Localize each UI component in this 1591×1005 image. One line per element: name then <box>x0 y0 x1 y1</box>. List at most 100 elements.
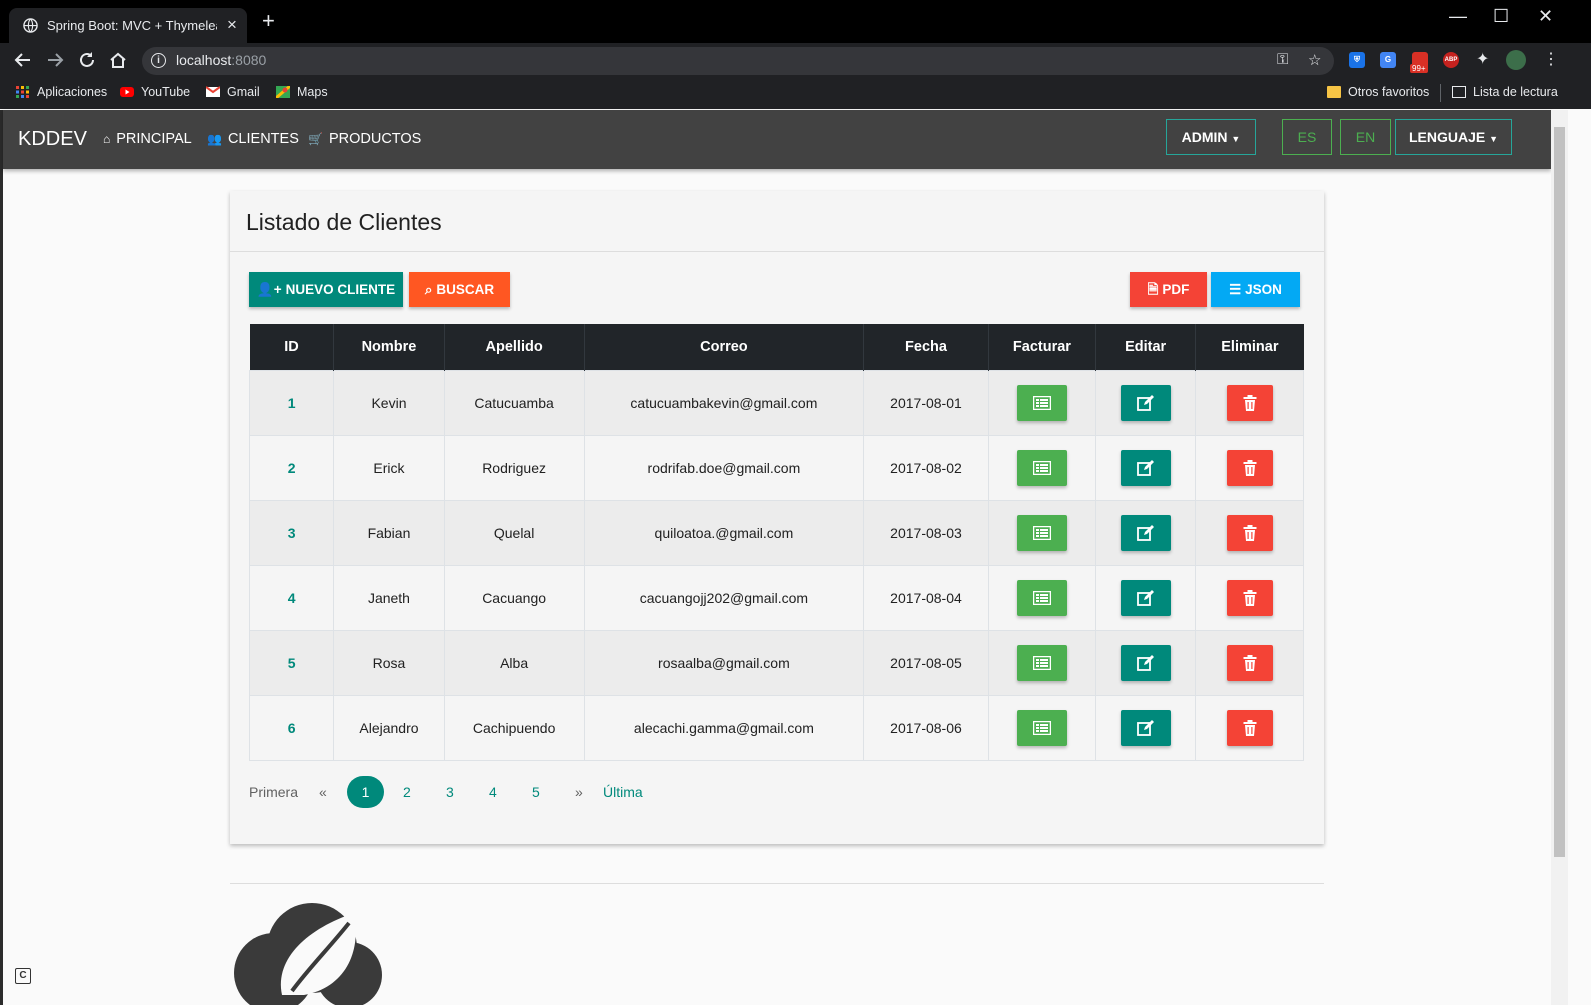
cell-facturar <box>987 370 1096 436</box>
brand-logo-text[interactable]: KDDEV <box>18 128 87 151</box>
page-2[interactable]: 2 <box>403 784 411 800</box>
bookmark-apps[interactable]: Aplicaciones <box>16 85 107 99</box>
maximize-icon[interactable]: ☐ <box>1493 6 1509 27</box>
pdf-export-button[interactable]: 🗎 PDF <box>1130 272 1207 307</box>
puzzle-extensions-icon[interactable]: ✦ <box>1476 49 1489 69</box>
cell-correo: rosaalba@gmail.com <box>583 630 864 696</box>
shield-extension-icon[interactable]: ⛨ <box>1349 52 1365 68</box>
edit-button[interactable] <box>1120 710 1171 746</box>
delete-button[interactable] <box>1226 450 1273 486</box>
invoice-button[interactable] <box>1016 385 1067 421</box>
page-4[interactable]: 4 <box>489 784 497 800</box>
invoice-button[interactable] <box>1016 450 1067 486</box>
admin-dropdown-button[interactable]: ADMIN ▼ <box>1166 119 1256 155</box>
client-id-link[interactable]: 6 <box>288 720 296 736</box>
reload-icon[interactable] <box>78 51 96 69</box>
clients-card: Listado de Clientes 👤+ NUEVO CLIENTE ⌕ BUS… <box>230 191 1324 844</box>
tab-close-icon[interactable]: × <box>227 15 237 35</box>
new-tab-icon[interactable]: + <box>262 10 275 32</box>
profile-avatar[interactable] <box>1506 50 1526 70</box>
client-id-link[interactable]: 2 <box>288 460 296 476</box>
delete-button[interactable] <box>1226 580 1273 616</box>
cell-eliminar <box>1195 695 1304 761</box>
window-close-icon[interactable]: ✕ <box>1538 6 1553 27</box>
page-last[interactable]: Última <box>603 784 643 800</box>
page-3[interactable]: 3 <box>446 784 454 800</box>
invoice-button[interactable] <box>1016 645 1067 681</box>
client-id-link[interactable]: 5 <box>288 655 296 671</box>
forward-arrow-icon[interactable] <box>46 51 64 69</box>
cell-editar <box>1095 435 1196 501</box>
cell-id: 2 <box>248 435 334 501</box>
browser-tab[interactable]: Spring Boot: MVC + Thymeleaf + × <box>9 8 247 43</box>
cell-nombre: Kevin <box>333 370 445 436</box>
json-export-button[interactable]: ☰ JSON <box>1211 272 1300 307</box>
table-header-row: ID Nombre Apellido Correo Fecha Facturar… <box>249 324 1304 371</box>
edit-button[interactable] <box>1120 645 1171 681</box>
list-icon: ☰ <box>1229 282 1242 297</box>
delete-button[interactable] <box>1226 515 1273 551</box>
home-icon[interactable] <box>109 51 127 69</box>
language-dropdown-button[interactable]: LENGUAJE ▼ <box>1395 119 1512 155</box>
search-button[interactable]: ⌕ BUSCAR <box>409 272 510 307</box>
nav-productos[interactable]: 🛒 PRODUCTOS <box>308 131 421 147</box>
adblock-extension-icon[interactable]: ABP <box>1443 52 1459 68</box>
edit-button[interactable] <box>1120 580 1171 616</box>
back-arrow-icon[interactable] <box>14 51 32 69</box>
edit-button[interactable] <box>1120 515 1171 551</box>
nav-principal[interactable]: ⌂ PRINCIPAL <box>103 131 192 147</box>
edit-button[interactable] <box>1120 450 1171 486</box>
bookmark-gmail[interactable]: Gmail <box>206 85 260 99</box>
page-next[interactable]: » <box>575 784 583 800</box>
delete-button[interactable] <box>1226 385 1273 421</box>
cell-editar <box>1095 565 1196 631</box>
header-correo: Correo <box>583 324 864 371</box>
clients-table: ID Nombre Apellido Correo Fecha Facturar… <box>248 324 1304 761</box>
cell-editar <box>1095 630 1196 696</box>
invoice-button[interactable] <box>1016 580 1067 616</box>
client-id-link[interactable]: 4 <box>288 590 296 606</box>
corner-extension-icon[interactable]: C <box>15 968 31 984</box>
minimize-icon[interactable]: — <box>1449 6 1467 27</box>
cell-fecha: 2017-08-02 <box>863 435 989 501</box>
address-bar[interactable]: i localhost:8080 ⚿ ☆ <box>142 47 1334 75</box>
cell-facturar <box>987 695 1096 761</box>
client-id-link[interactable]: 1 <box>288 395 296 411</box>
scrollbar-thumb[interactable] <box>1554 127 1565 857</box>
new-client-button[interactable]: 👤+ NUEVO CLIENTE <box>249 272 403 307</box>
site-info-icon[interactable]: i <box>151 53 166 68</box>
table-row: 5 Rosa Alba rosaalba@gmail.com 2017-08-05 <box>248 630 1304 696</box>
lang-es-button[interactable]: ES <box>1282 119 1332 155</box>
page-prev[interactable]: « <box>319 784 327 800</box>
bookmark-youtube[interactable]: YouTube <box>120 85 190 99</box>
invoice-button[interactable] <box>1016 515 1067 551</box>
other-bookmarks-folder[interactable]: Otros favoritos <box>1327 85 1429 99</box>
cell-nombre: Erick <box>333 435 445 501</box>
delete-button[interactable] <box>1226 645 1273 681</box>
caret-down-icon: ▼ <box>1231 134 1241 144</box>
table-row: 3 Fabian Quelal quiloatoa.@gmail.com 2017-08… <box>248 500 1304 566</box>
bookmark-maps[interactable]: Maps <box>276 85 328 99</box>
globe-icon <box>23 18 38 33</box>
nav-clientes[interactable]: 👥 CLIENTES <box>207 131 299 147</box>
edit-button[interactable] <box>1120 385 1171 421</box>
delete-button[interactable] <box>1226 710 1273 746</box>
cell-apellido: Rodriguez <box>443 435 585 501</box>
page-1[interactable]: 1 <box>347 776 384 808</box>
page-scrollbar[interactable] <box>1551 110 1568 1005</box>
page-5[interactable]: 5 <box>532 784 540 800</box>
menu-dots-icon[interactable]: ⋮ <box>1543 49 1559 69</box>
page-first[interactable]: Primera <box>249 784 298 800</box>
pdf-file-icon: 🗎 <box>1147 282 1159 297</box>
invoice-button[interactable] <box>1016 710 1067 746</box>
lang-en-button[interactable]: EN <box>1340 119 1391 155</box>
star-bookmark-icon[interactable]: ☆ <box>1308 51 1321 69</box>
key-icon[interactable]: ⚿ <box>1277 51 1288 68</box>
translate-extension-icon[interactable]: G <box>1380 52 1396 68</box>
home-icon: ⌂ <box>103 132 111 146</box>
reading-list[interactable]: Lista de lectura <box>1452 85 1558 99</box>
client-id-link[interactable]: 3 <box>288 525 296 541</box>
url-text: localhost:8080 <box>176 52 267 68</box>
cell-apellido: Cacuango <box>443 565 585 631</box>
folder-icon <box>1327 86 1341 98</box>
